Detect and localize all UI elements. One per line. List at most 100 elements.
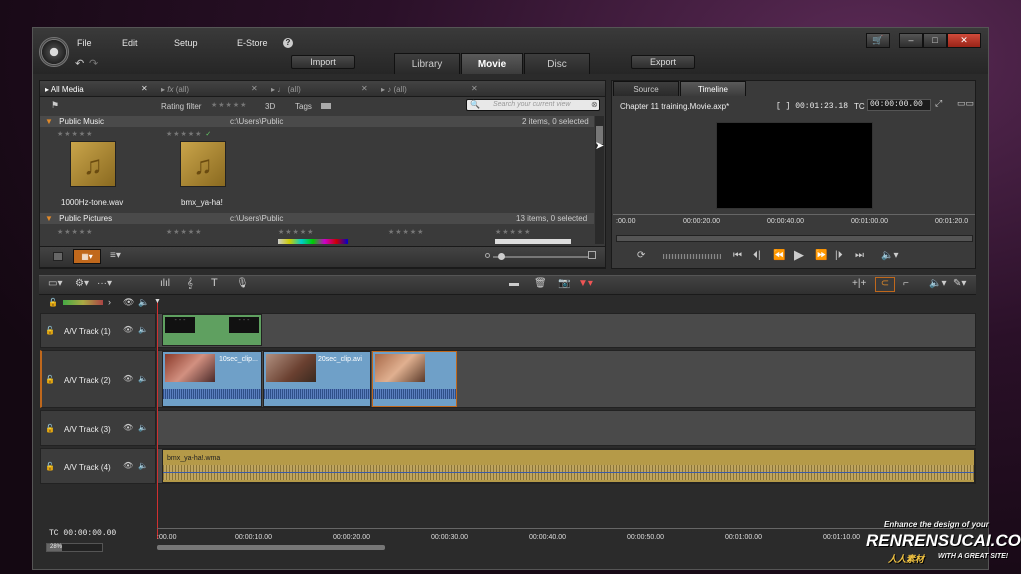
- video-preview[interactable]: [716, 122, 873, 209]
- tab-disc[interactable]: Disc: [524, 53, 590, 74]
- speaker-icon[interactable]: 🔈: [138, 297, 149, 308]
- help-icon[interactable]: ?: [283, 38, 293, 48]
- rewind-icon[interactable]: ⏪: [773, 250, 785, 261]
- tags-label[interactable]: Tags: [295, 102, 312, 111]
- rating-filter-stars[interactable]: ★★★★★: [211, 101, 247, 109]
- thumbnail-size-slider[interactable]: [493, 253, 589, 260]
- title-clip[interactable]: - - - - - -: [162, 314, 262, 346]
- layout-icon[interactable]: ▭▭: [957, 98, 974, 109]
- minimize-button[interactable]: –: [899, 33, 923, 48]
- library-scrollbar[interactable]: [595, 116, 604, 244]
- video-clip-selected[interactable]: [372, 351, 457, 407]
- playhead-line[interactable]: [157, 301, 158, 539]
- fast-forward-icon[interactable]: ⏩: [815, 250, 827, 261]
- effect-filter-tab[interactable]: ▸ ♩ (all): [271, 85, 301, 94]
- track-audio-icon[interactable]: 🔈: [138, 461, 148, 470]
- search-field[interactable]: 🔍 Search your current view ⊗: [466, 99, 600, 111]
- close-fx-tab-icon[interactable]: ✕: [251, 84, 258, 93]
- redo-icon[interactable]: ↷: [89, 57, 98, 70]
- player-scrubber[interactable]: [616, 235, 973, 242]
- close-music-tab-icon[interactable]: ✕: [471, 84, 478, 93]
- lock-icon[interactable]: 🔓: [48, 298, 58, 307]
- tab-timeline-preview[interactable]: Timeline: [680, 81, 746, 96]
- menu-estore[interactable]: E-Store: [237, 38, 268, 48]
- track-audio-icon[interactable]: 🔈: [138, 423, 148, 432]
- section-header-public-music[interactable]: ▼ Public Music c:\Users\Public 2 items, …: [40, 116, 594, 127]
- picture-thumbnail[interactable]: [278, 239, 348, 244]
- music-filter-tab[interactable]: ▸ ♪ (all): [381, 85, 407, 94]
- volume-line[interactable]: [163, 472, 974, 473]
- slider-thumb[interactable]: [498, 253, 505, 260]
- visibility-icon[interactable]: 👁: [123, 297, 134, 308]
- item-rating[interactable]: ★★★★★: [388, 228, 424, 236]
- title-icon[interactable]: T: [211, 277, 218, 289]
- tab-source[interactable]: Source: [613, 81, 679, 96]
- fx-filter-tab[interactable]: ▸ fx (all): [161, 85, 189, 94]
- split-icon[interactable]: +|+: [852, 278, 866, 289]
- track-visibility-icon[interactable]: 👁: [123, 461, 133, 470]
- item-rating[interactable]: ★★★★★: [166, 228, 202, 236]
- 3d-toggle[interactable]: 3D: [265, 102, 275, 111]
- audio-mixer-icon[interactable]: ılıl: [160, 278, 170, 289]
- zoom-bar[interactable]: 28%: [46, 543, 103, 552]
- menu-file[interactable]: File: [77, 38, 92, 48]
- menu-setup[interactable]: Setup: [174, 38, 198, 48]
- ripple-icon[interactable]: ⌐: [903, 278, 909, 289]
- timeline-scrollbar[interactable]: [157, 545, 385, 550]
- audio-clip[interactable]: bmx_ya-ha!.wma: [162, 449, 975, 483]
- play-icon[interactable]: ▶: [794, 247, 804, 263]
- video-clip[interactable]: 10sec_clip...: [162, 351, 262, 407]
- audio-thumbnail[interactable]: ♫: [180, 141, 226, 187]
- audio-scrub-icon[interactable]: 🔈▾: [929, 278, 946, 289]
- tags-icon[interactable]: [321, 103, 331, 109]
- next-frame-icon[interactable]: |⏵: [835, 250, 843, 261]
- close-effect-tab-icon[interactable]: ✕: [361, 84, 368, 93]
- track-audio-icon[interactable]: 🔈: [138, 374, 148, 383]
- go-to-start-icon[interactable]: ⏮: [733, 250, 742, 261]
- tab-movie[interactable]: Movie: [461, 53, 523, 74]
- all-media-tab[interactable]: ▸ All Media: [45, 85, 84, 94]
- playhead-handle[interactable]: ▼: [154, 298, 161, 305]
- settings-icon[interactable]: ⚙▾: [75, 278, 89, 289]
- previous-frame-icon[interactable]: ⏴|: [753, 250, 761, 261]
- track-lock-icon[interactable]: 🔓: [45, 326, 55, 335]
- track-lock-icon[interactable]: 🔓: [45, 462, 55, 471]
- loop-icon[interactable]: ⟳: [637, 250, 645, 261]
- timeline-layout-icon[interactable]: ▭▾: [48, 278, 62, 289]
- undo-icon[interactable]: ↶: [75, 57, 84, 70]
- magnet-snap-icon[interactable]: ⊂: [875, 277, 895, 292]
- track-lane[interactable]: [157, 313, 976, 348]
- master-volume-meter[interactable]: [63, 300, 103, 305]
- snapshot-icon[interactable]: 📷: [558, 278, 570, 289]
- go-to-end-icon[interactable]: ⏭: [855, 250, 864, 261]
- tool-icon[interactable]: ✎▾: [953, 278, 966, 289]
- import-button[interactable]: Import: [291, 55, 355, 69]
- cart-icon[interactable]: 🛒: [866, 33, 890, 48]
- clear-search-icon[interactable]: ⊗: [591, 100, 598, 109]
- more-options-icon[interactable]: ···▾: [97, 278, 112, 289]
- shuttle-control[interactable]: [663, 254, 721, 259]
- location-icon[interactable]: ⚑: [51, 100, 59, 111]
- track-visibility-icon[interactable]: 👁: [123, 325, 133, 334]
- marker-icon[interactable]: ▼▾: [578, 278, 593, 289]
- export-button[interactable]: Export: [631, 55, 695, 69]
- music-icon[interactable]: 𝄞: [187, 278, 193, 289]
- item-rating[interactable]: ★★★★★: [495, 228, 531, 236]
- track-lock-icon[interactable]: 🔓: [45, 424, 55, 433]
- close-button[interactable]: ✕: [947, 33, 981, 48]
- track-visibility-icon[interactable]: 👁: [123, 374, 133, 383]
- audio-thumbnail[interactable]: ♫: [70, 141, 116, 187]
- item-rating[interactable]: ★★★★★: [57, 130, 93, 138]
- expand-icon[interactable]: ›: [108, 297, 111, 307]
- item-rating[interactable]: ★★★★★: [278, 228, 314, 236]
- collapse-panel-icon[interactable]: [53, 252, 63, 261]
- menu-edit[interactable]: Edit: [122, 38, 138, 48]
- section-header-public-pictures[interactable]: ▼ Public Pictures c:\Users\Public 13 ite…: [40, 213, 594, 224]
- video-clip[interactable]: 20sec_clip.avi: [263, 351, 371, 407]
- item-rating[interactable]: ★★★★★: [57, 228, 93, 236]
- razor-icon[interactable]: ▬: [509, 278, 519, 289]
- player-timecode-field[interactable]: 00:00:00.00: [867, 99, 931, 111]
- maximize-button[interactable]: □: [923, 33, 947, 48]
- track-visibility-icon[interactable]: 👁: [123, 423, 133, 432]
- volume-icon[interactable]: 🔈▾: [881, 250, 898, 261]
